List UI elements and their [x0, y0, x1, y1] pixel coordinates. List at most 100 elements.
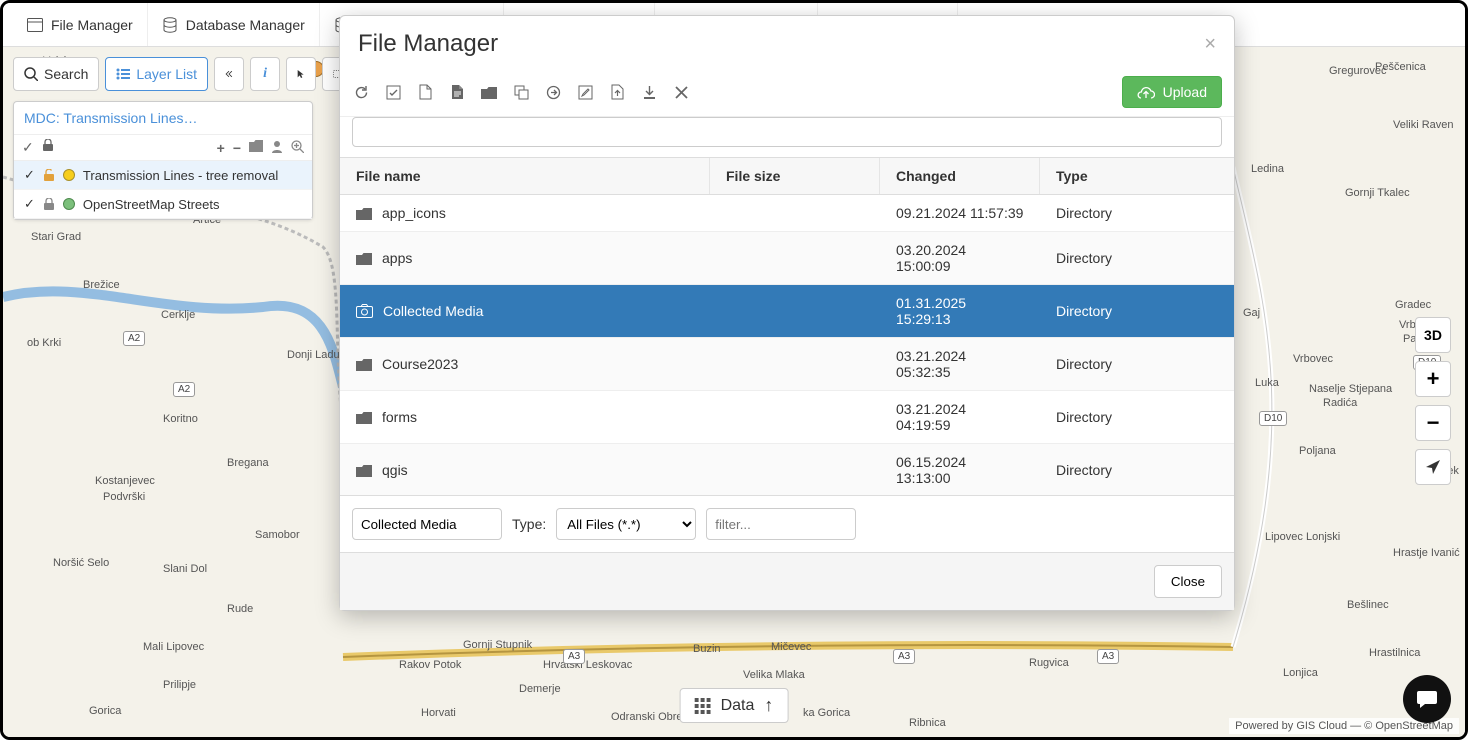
modal-title: File Manager — [358, 30, 498, 58]
data-bar[interactable]: Data ↑ — [680, 688, 789, 723]
type-label: Type: — [512, 516, 546, 532]
table-row[interactable]: qgis06.15.2024 13:13:00Directory — [340, 444, 1234, 495]
chat-icon — [1416, 689, 1438, 709]
3d-button[interactable]: 3D — [1415, 317, 1451, 353]
locate-button[interactable] — [1415, 449, 1451, 485]
file-name: apps — [382, 250, 412, 266]
arrow-up-icon: ↑ — [764, 695, 773, 716]
modal-footer-row: Type: All Files (*.*) — [340, 495, 1234, 552]
close-button[interactable]: Close — [1154, 565, 1222, 598]
table-row[interactable]: apps03.20.2024 15:00:09Directory — [340, 232, 1234, 285]
folder-icon[interactable] — [480, 83, 498, 101]
col-changed[interactable]: Changed — [880, 158, 1040, 194]
filter-input[interactable] — [706, 508, 856, 540]
lock-icon[interactable] — [42, 139, 54, 156]
layer-label: OpenStreetMap Streets — [83, 197, 220, 212]
new-file-icon[interactable] — [416, 83, 434, 101]
menu-label: File Manager — [51, 17, 133, 33]
table-row[interactable]: Collected Media01.31.2025 15:29:13Direct… — [340, 285, 1234, 338]
delete-icon[interactable] — [672, 83, 690, 101]
file-table: File name File size Changed Type app_ico… — [340, 157, 1234, 495]
lock-icon[interactable] — [43, 198, 55, 211]
folder-icon — [356, 207, 372, 220]
check-icon[interactable]: ✓ — [24, 196, 35, 212]
map-controls: 3D + − — [1415, 317, 1451, 485]
minus-icon[interactable]: − — [233, 140, 241, 156]
folder-icon — [356, 411, 372, 424]
menu-file-manager[interactable]: File Manager — [13, 3, 148, 46]
col-type[interactable]: Type — [1040, 158, 1234, 194]
layer-panel-tools: ✓ + − — [14, 135, 312, 161]
layer-label: Transmission Lines - tree removal — [83, 168, 278, 183]
zoom-in-button[interactable]: + — [1415, 361, 1451, 397]
search-icon — [24, 67, 38, 81]
file-name: Course2023 — [382, 356, 458, 372]
folder-icon — [356, 464, 372, 477]
folder-icon[interactable] — [249, 140, 263, 156]
layer-panel-title[interactable]: MDC: Transmission Lines… — [14, 102, 312, 135]
file-type: Directory — [1040, 399, 1234, 435]
layer-list-button[interactable]: Layer List — [105, 57, 208, 91]
selected-name-input[interactable] — [352, 508, 502, 540]
upload-label: Upload — [1163, 84, 1207, 100]
info-button[interactable]: i — [250, 57, 280, 91]
modal-close-button[interactable]: × — [1204, 33, 1216, 56]
table-row[interactable]: Course202303.21.2024 05:32:35Directory — [340, 338, 1234, 391]
table-row[interactable]: app_icons 09.21.2024 11:57:39Directory — [340, 195, 1234, 232]
file-size — [710, 460, 880, 480]
copy-icon[interactable] — [512, 83, 530, 101]
file-changed: 09.21.2024 11:57:39 — [880, 195, 1040, 231]
file-name: qgis — [382, 462, 408, 478]
file-changed: 06.15.2024 13:13:00 — [880, 444, 1040, 495]
zoom-icon[interactable] — [291, 140, 304, 156]
file-type: Directory — [1040, 195, 1234, 231]
user-icon[interactable] — [271, 140, 283, 156]
table-row[interactable]: forms03.21.2024 04:19:59Directory — [340, 391, 1234, 444]
type-select[interactable]: All Files (*.*) — [556, 508, 696, 540]
search-button[interactable]: Search — [13, 57, 99, 91]
pointer-button[interactable] — [286, 57, 316, 91]
edit-icon[interactable] — [576, 83, 594, 101]
file-name: app_icons — [382, 205, 446, 221]
layer-panel: MDC: Transmission Lines… ✓ + − ✓ Transmis… — [13, 101, 313, 220]
upload-button[interactable]: Upload — [1122, 76, 1222, 108]
file-size — [710, 248, 880, 268]
refresh-icon[interactable] — [352, 83, 370, 101]
database-icon — [162, 17, 178, 33]
move-icon[interactable] — [544, 83, 562, 101]
grid-icon — [695, 698, 711, 714]
col-file-size[interactable]: File size — [710, 158, 880, 194]
check-icon[interactable]: ✓ — [22, 139, 34, 156]
lock-icon[interactable] — [43, 169, 55, 182]
modal-toolbar: Upload — [340, 68, 1234, 117]
route-marker: A3 — [563, 649, 585, 664]
folder-icon — [356, 358, 372, 371]
col-file-name[interactable]: File name — [340, 158, 710, 194]
layer-row[interactable]: ✓ OpenStreetMap Streets — [14, 190, 312, 219]
chat-bubble[interactable] — [1403, 675, 1451, 723]
map-toolbar: Search Layer List i — [13, 57, 352, 91]
search-label: Search — [44, 66, 88, 82]
plus-icon[interactable]: + — [217, 140, 225, 156]
menu-label: Database Manager — [186, 17, 305, 33]
layer-color-dot — [63, 198, 75, 210]
path-input[interactable] — [352, 117, 1222, 147]
check-icon[interactable]: ✓ — [24, 167, 35, 183]
layer-row[interactable]: ✓ Transmission Lines - tree removal — [14, 161, 312, 190]
file-name: Collected Media — [383, 303, 483, 319]
select-all-icon[interactable] — [384, 83, 402, 101]
route-marker: A2 — [173, 382, 195, 397]
list-icon — [116, 68, 130, 80]
file-size — [710, 203, 880, 223]
data-label: Data — [721, 697, 755, 715]
zoom-out-button[interactable]: − — [1415, 405, 1451, 441]
route-marker: A3 — [893, 649, 915, 664]
collapse-button[interactable] — [214, 57, 244, 91]
file-size — [710, 407, 880, 427]
download-icon[interactable] — [640, 83, 658, 101]
route-marker: D10 — [1259, 411, 1287, 426]
file-changed: 03.20.2024 15:00:09 — [880, 232, 1040, 284]
menu-database-manager[interactable]: Database Manager — [148, 3, 320, 46]
file-up-icon[interactable] — [608, 83, 626, 101]
file-text-icon[interactable] — [448, 83, 466, 101]
